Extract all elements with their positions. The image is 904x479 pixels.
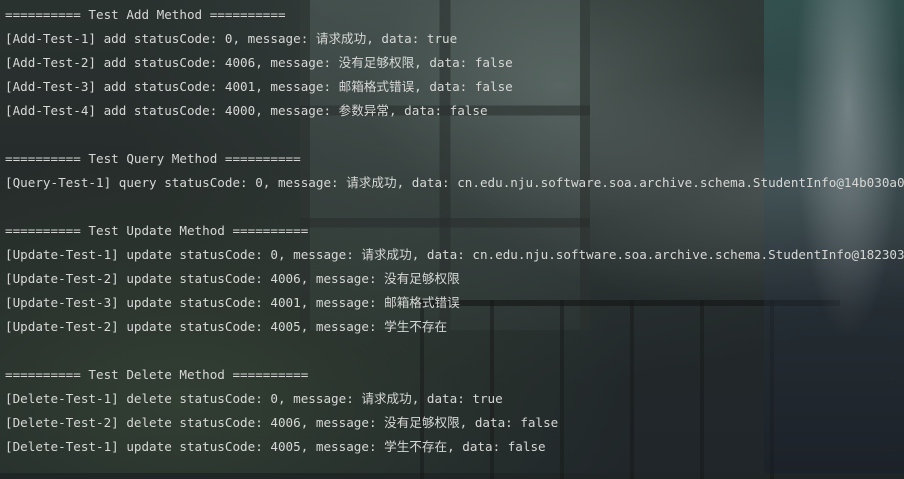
console-line: [Delete-Test-1] delete statusCode: 0, me… bbox=[5, 391, 503, 406]
console-line: [Add-Test-1] add statusCode: 0, message:… bbox=[5, 31, 458, 46]
console-line: ========== Test Update Method ========== bbox=[5, 223, 309, 238]
console-line: [Update-Test-2] update statusCode: 4005,… bbox=[5, 319, 448, 334]
console-line: [Delete-Test-1] update statusCode: 4005,… bbox=[5, 439, 546, 454]
console-line: [Update-Test-1] update statusCode: 0, me… bbox=[5, 247, 904, 262]
console-line: [Add-Test-3] add statusCode: 4001, messa… bbox=[5, 79, 513, 94]
console-line: ========== Test Query Method ========== bbox=[5, 151, 301, 166]
console-line: [Add-Test-4] add statusCode: 4000, messa… bbox=[5, 103, 488, 118]
console-line: [Add-Test-2] add statusCode: 4006, messa… bbox=[5, 55, 513, 70]
console-line: [Update-Test-3] update statusCode: 4001,… bbox=[5, 295, 460, 310]
console-line: ========== Test Delete Method ========== bbox=[5, 367, 309, 382]
console-line: [Delete-Test-2] delete statusCode: 4006,… bbox=[5, 415, 559, 430]
console-line: ========== Test Add Method ========== bbox=[5, 7, 286, 22]
console-output: ========== Test Add Method ========== [A… bbox=[5, 3, 904, 473]
console-line: [Update-Test-2] update statusCode: 4006,… bbox=[5, 271, 460, 286]
console-line: [Query-Test-1] query statusCode: 0, mess… bbox=[5, 175, 904, 190]
